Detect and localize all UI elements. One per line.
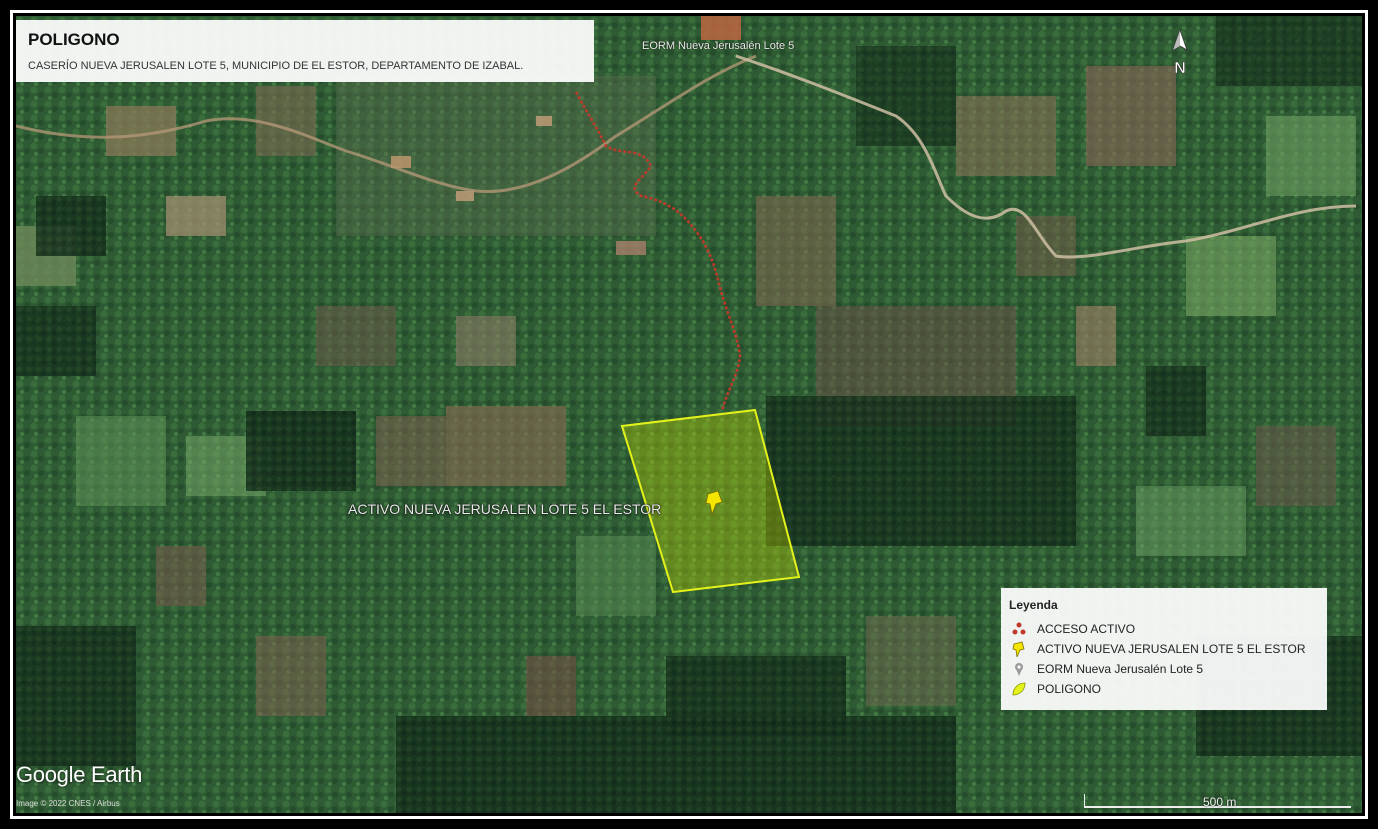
legend-label: ACCESO ACTIVO	[1037, 622, 1136, 636]
legend-item-asset: ACTIVO NUEVA JERUSALEN LOTE 5 EL ESTOR	[1011, 640, 1306, 658]
google-earth-logo: Google Earth	[16, 762, 143, 787]
legend-title: Leyenda	[1009, 598, 1058, 612]
north-letter: N	[1174, 60, 1186, 77]
legend-item-school: EORM Nueva Jerusalén Lote 5	[1011, 660, 1203, 678]
legend-item-polygon: POLIGONO	[1011, 680, 1101, 698]
school-label[interactable]: EORM Nueva Jerusalén Lote 5	[642, 40, 794, 52]
north-arrow-icon: N	[1165, 28, 1195, 80]
yellow-pin-icon	[1012, 641, 1025, 657]
imagery-copyright: Image © 2022 CNES / Airbus	[16, 799, 120, 808]
asset-label[interactable]: ACTIVO NUEVA JERUSALEN LOTE 5 EL ESTOR	[348, 501, 661, 517]
map-subtitle: CASERÍO NUEVA JERUSALEN LOTE 5, MUNICIPI…	[28, 60, 524, 72]
legend-label: POLIGONO	[1037, 682, 1102, 696]
legend-label: EORM Nueva Jerusalén Lote 5	[1037, 662, 1204, 676]
legend-label: ACTIVO NUEVA JERUSALEN LOTE 5 EL ESTOR	[1037, 642, 1306, 656]
grey-pin-icon	[1015, 663, 1023, 676]
legend-item-access: ACCESO ACTIVO	[1011, 620, 1135, 638]
map-title: POLIGONO	[28, 30, 120, 49]
access-dots-icon	[1012, 622, 1026, 635]
scale-label: 500 m	[1203, 795, 1237, 809]
polygon-leaf-icon	[1012, 682, 1026, 696]
legend-panel: Leyenda ACCESO ACTIVO ACTIVO NUEVA JERUS…	[1001, 588, 1327, 710]
map-frame: EORM Nueva Jerusalén Lote 5 ACTIVO NUEVA…	[0, 0, 1378, 829]
title-panel: POLIGONO CASERÍO NUEVA JERUSALEN LOTE 5,…	[16, 20, 594, 82]
